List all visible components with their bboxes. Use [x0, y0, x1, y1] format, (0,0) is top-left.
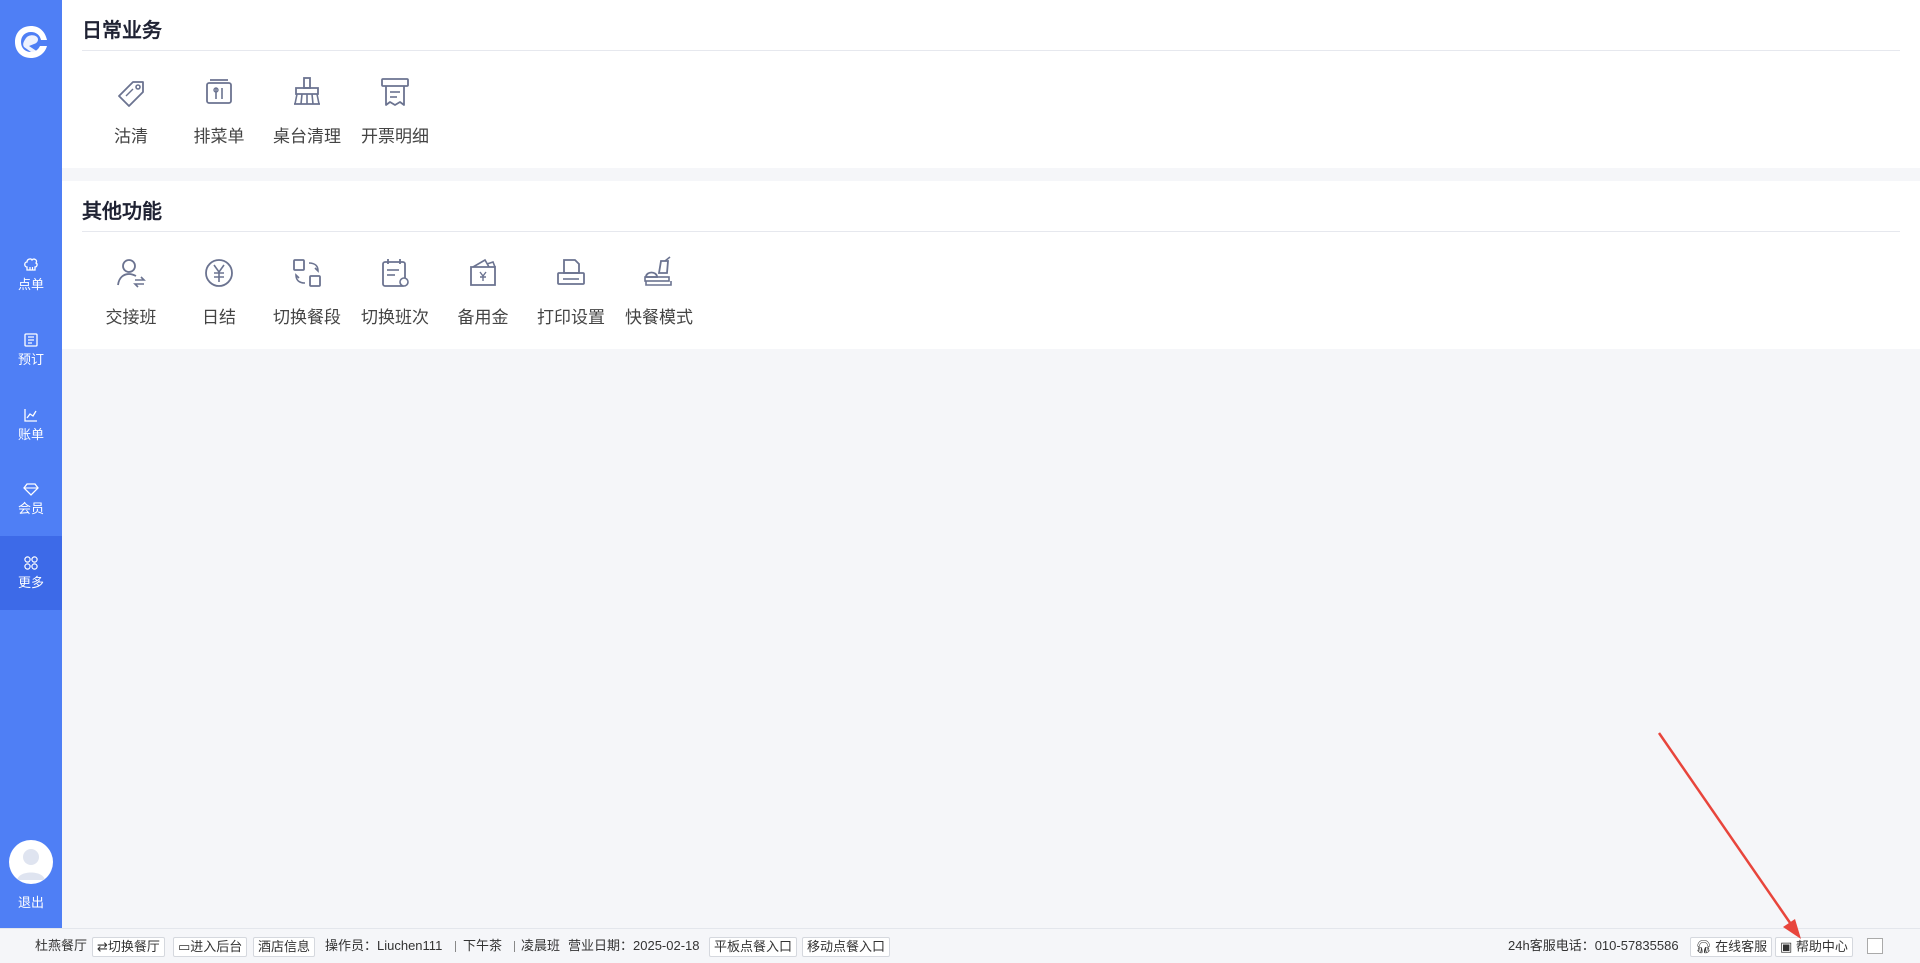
business-date: 营业日期：2025-02-18: [568, 938, 700, 953]
nav-item-more[interactable]: 更多: [0, 536, 62, 610]
shift-label: 凌晨班: [521, 938, 561, 953]
headset-icon: 🎧︎: [1695, 939, 1716, 954]
func-label: 切换班次: [361, 308, 429, 327]
func-label: 切换餐段: [273, 308, 341, 327]
func-print-settings[interactable]: 打印设置: [527, 255, 615, 335]
func-switch-shift[interactable]: 切换班次: [351, 255, 439, 335]
nav-item-member[interactable]: 会员: [0, 462, 62, 536]
func-label: 交接班: [105, 308, 157, 327]
brand-logo[interactable]: [12, 22, 50, 64]
nav-label: 会员: [17, 501, 44, 516]
func-handover[interactable]: 交接班: [87, 255, 175, 335]
other-functions-panel: 其他功能 交接班 日结 切换餐段 切换班次 备用金 打印设置 快餐模式: [62, 181, 1920, 349]
broom-icon: [289, 74, 325, 110]
wallet-icon: [465, 255, 501, 291]
help-center-button[interactable]: ▣ 帮助中心: [1775, 937, 1853, 957]
meal-period-label: 下午茶: [463, 938, 503, 953]
nav-item-order[interactable]: 点单: [0, 238, 62, 312]
grid-icon: [24, 556, 38, 570]
func-label: 快餐模式: [625, 308, 693, 327]
restaurant-name: 杜燕餐厅: [35, 938, 88, 953]
tablet-order-entry-button[interactable]: 平板点餐入口: [709, 937, 798, 957]
switch-restaurant-button[interactable]: ⇄切换餐厅: [92, 937, 165, 957]
online-service-button[interactable]: 🎧︎ 在线客服: [1690, 937, 1773, 957]
daily-business-panel: 日常业务 沽清 排菜单 桌台清理 开票明细: [62, 0, 1920, 168]
handover-icon: [113, 255, 149, 291]
fastfood-icon: [641, 255, 677, 291]
hotline: 24h客服电话：010-57835586: [1508, 938, 1679, 953]
func-menu-schedule[interactable]: 排菜单: [175, 74, 263, 154]
func-label: 打印设置: [537, 308, 605, 327]
book-icon: ▣: [1780, 939, 1796, 954]
status-bar: 杜燕餐厅 ⇄切换餐厅 ▭进入后台 酒店信息 操作员：Liuchen111 下午茶…: [0, 928, 1920, 963]
separator: [455, 941, 456, 952]
func-label: 备用金: [457, 308, 509, 327]
nav-item-bill[interactable]: 账单: [0, 388, 62, 462]
logout-button[interactable]: 退出: [0, 892, 62, 911]
func-daily-close[interactable]: 日结: [175, 255, 263, 335]
operator-label: 操作员：Liuchen111: [325, 938, 443, 953]
mobile-order-entry-button[interactable]: 移动点餐入口: [802, 937, 891, 957]
monitor-icon: ▭: [178, 939, 191, 954]
func-label: 沽清: [114, 127, 148, 146]
nav-label: 更多: [17, 575, 44, 590]
divider: [82, 231, 1900, 232]
nav-item-booking[interactable]: 预订: [0, 313, 62, 387]
func-table-clear[interactable]: 桌台清理: [263, 74, 351, 154]
chart-icon: [24, 409, 37, 422]
hotel-info-button[interactable]: 酒店信息: [253, 937, 316, 957]
separator: [514, 941, 515, 952]
diamond-icon: [23, 483, 39, 496]
nav-label: 账单: [17, 427, 44, 442]
tag-icon: [113, 74, 149, 110]
section-title: 其他功能: [82, 201, 162, 223]
broken-image-icon: [1867, 938, 1883, 954]
swap-icon: ⇄: [97, 939, 108, 954]
avatar[interactable]: [9, 840, 53, 884]
nav-label: 预订: [17, 352, 44, 367]
booking-icon: [24, 333, 38, 347]
switch-icon: [289, 255, 325, 291]
func-sold-out[interactable]: 沽清: [87, 74, 175, 154]
printer-icon: [553, 255, 589, 291]
nav-label: 点单: [17, 277, 44, 292]
func-fast-food-mode[interactable]: 快餐模式: [615, 255, 703, 335]
sidebar: 点单 预订 账单 会员 更多 退出: [0, 0, 62, 928]
divider: [82, 50, 1900, 51]
section-title: 日常业务: [82, 20, 162, 42]
chef-hat-icon: [24, 258, 38, 271]
func-invoice-detail[interactable]: 开票明细: [351, 74, 439, 154]
func-label: 排菜单: [193, 127, 245, 146]
func-label: 桌台清理: [273, 127, 341, 146]
func-switch-meal-period[interactable]: 切换餐段: [263, 255, 351, 335]
func-petty-cash[interactable]: 备用金: [439, 255, 527, 335]
menu-icon: [201, 74, 237, 110]
receipt-icon: [377, 74, 413, 110]
yen-icon: [201, 255, 237, 291]
func-label: 开票明细: [361, 127, 429, 146]
func-label: 日结: [202, 308, 236, 327]
calendar-icon: [377, 255, 413, 291]
enter-backend-button[interactable]: ▭进入后台: [173, 937, 248, 957]
